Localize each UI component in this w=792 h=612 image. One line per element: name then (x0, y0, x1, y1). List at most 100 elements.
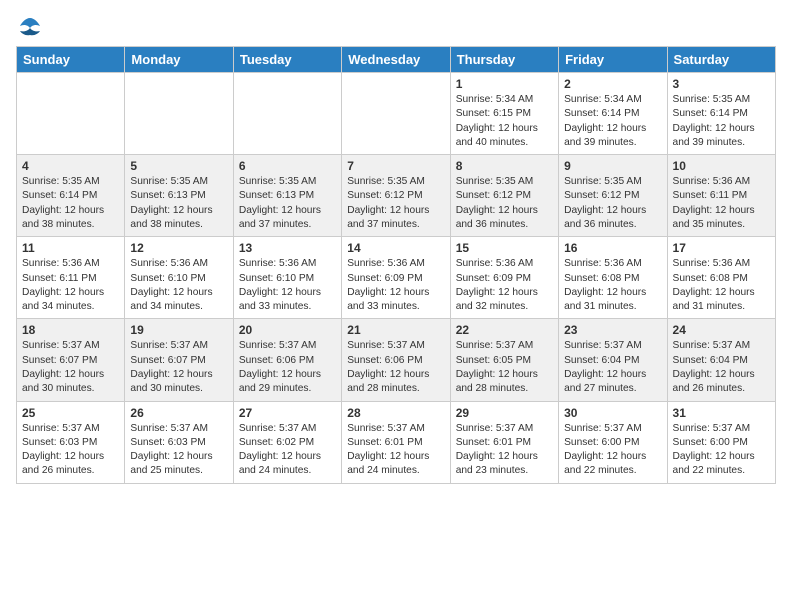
cell-content: Sunrise: 5:35 AM Sunset: 6:12 PM Dayligh… (456, 175, 553, 232)
day-number: 31 (673, 406, 770, 420)
day-number: 4 (22, 159, 119, 173)
calendar-cell: 29 Sunrise: 5:37 AM Sunset: 6:01 PM Dayli… (450, 401, 558, 483)
day-number: 25 (22, 406, 119, 420)
cell-content: Sunrise: 5:34 AM Sunset: 6:14 PM Dayligh… (564, 93, 661, 150)
calendar-cell (233, 73, 341, 155)
day-number: 21 (347, 323, 444, 337)
calendar-cell: 9 Sunrise: 5:35 AM Sunset: 6:12 PM Daylig… (559, 155, 667, 237)
logo-bird-icon (16, 16, 44, 38)
cell-content: Sunrise: 5:35 AM Sunset: 6:12 PM Dayligh… (564, 175, 661, 232)
day-number: 2 (564, 77, 661, 91)
page-header (16, 16, 776, 38)
cell-content: Sunrise: 5:37 AM Sunset: 6:07 PM Dayligh… (22, 339, 119, 396)
day-number: 30 (564, 406, 661, 420)
day-number: 26 (130, 406, 227, 420)
day-number: 7 (347, 159, 444, 173)
day-number: 22 (456, 323, 553, 337)
cell-content: Sunrise: 5:35 AM Sunset: 6:13 PM Dayligh… (130, 175, 227, 232)
cell-content: Sunrise: 5:37 AM Sunset: 6:00 PM Dayligh… (564, 422, 661, 479)
cell-content: Sunrise: 5:36 AM Sunset: 6:10 PM Dayligh… (239, 257, 336, 314)
calendar-cell: 19 Sunrise: 5:37 AM Sunset: 6:07 PM Dayli… (125, 319, 233, 401)
calendar-cell: 31 Sunrise: 5:37 AM Sunset: 6:00 PM Dayli… (667, 401, 775, 483)
calendar-week-row: 25 Sunrise: 5:37 AM Sunset: 6:03 PM Dayli… (17, 401, 776, 483)
weekday-header: Sunday (17, 47, 125, 73)
cell-content: Sunrise: 5:37 AM Sunset: 6:06 PM Dayligh… (347, 339, 444, 396)
calendar-cell: 1 Sunrise: 5:34 AM Sunset: 6:15 PM Daylig… (450, 73, 558, 155)
calendar-cell: 22 Sunrise: 5:37 AM Sunset: 6:05 PM Dayli… (450, 319, 558, 401)
weekday-header: Friday (559, 47, 667, 73)
day-number: 17 (673, 241, 770, 255)
logo (16, 16, 48, 38)
calendar-table: SundayMondayTuesdayWednesdayThursdayFrid… (16, 46, 776, 484)
calendar-cell (17, 73, 125, 155)
calendar-cell: 7 Sunrise: 5:35 AM Sunset: 6:12 PM Daylig… (342, 155, 450, 237)
day-number: 6 (239, 159, 336, 173)
calendar-cell: 23 Sunrise: 5:37 AM Sunset: 6:04 PM Dayli… (559, 319, 667, 401)
cell-content: Sunrise: 5:36 AM Sunset: 6:09 PM Dayligh… (347, 257, 444, 314)
day-number: 19 (130, 323, 227, 337)
calendar-cell: 13 Sunrise: 5:36 AM Sunset: 6:10 PM Dayli… (233, 237, 341, 319)
cell-content: Sunrise: 5:37 AM Sunset: 6:04 PM Dayligh… (564, 339, 661, 396)
calendar-cell: 16 Sunrise: 5:36 AM Sunset: 6:08 PM Dayli… (559, 237, 667, 319)
calendar-cell: 8 Sunrise: 5:35 AM Sunset: 6:12 PM Daylig… (450, 155, 558, 237)
calendar-week-row: 11 Sunrise: 5:36 AM Sunset: 6:11 PM Dayli… (17, 237, 776, 319)
day-number: 3 (673, 77, 770, 91)
calendar-cell: 14Sunrise: 5:36 AM Sunset: 6:09 PM Dayli… (342, 237, 450, 319)
cell-content: Sunrise: 5:36 AM Sunset: 6:09 PM Dayligh… (456, 257, 553, 314)
cell-content: Sunrise: 5:37 AM Sunset: 6:04 PM Dayligh… (673, 339, 770, 396)
calendar-week-row: 18Sunrise: 5:37 AM Sunset: 6:07 PM Dayli… (17, 319, 776, 401)
cell-content: Sunrise: 5:35 AM Sunset: 6:14 PM Dayligh… (22, 175, 119, 232)
header-row: SundayMondayTuesdayWednesdayThursdayFrid… (17, 47, 776, 73)
cell-content: Sunrise: 5:37 AM Sunset: 6:07 PM Dayligh… (130, 339, 227, 396)
cell-content: Sunrise: 5:37 AM Sunset: 6:00 PM Dayligh… (673, 422, 770, 479)
calendar-week-row: 4 Sunrise: 5:35 AM Sunset: 6:14 PM Daylig… (17, 155, 776, 237)
cell-content: Sunrise: 5:36 AM Sunset: 6:10 PM Dayligh… (130, 257, 227, 314)
calendar-cell: 27Sunrise: 5:37 AM Sunset: 6:02 PM Dayli… (233, 401, 341, 483)
calendar-cell: 10Sunrise: 5:36 AM Sunset: 6:11 PM Dayli… (667, 155, 775, 237)
day-number: 20 (239, 323, 336, 337)
cell-content: Sunrise: 5:36 AM Sunset: 6:11 PM Dayligh… (22, 257, 119, 314)
day-number: 5 (130, 159, 227, 173)
cell-content: Sunrise: 5:34 AM Sunset: 6:15 PM Dayligh… (456, 93, 553, 150)
day-number: 9 (564, 159, 661, 173)
cell-content: Sunrise: 5:37 AM Sunset: 6:01 PM Dayligh… (456, 422, 553, 479)
weekday-header: Monday (125, 47, 233, 73)
weekday-header: Wednesday (342, 47, 450, 73)
day-number: 23 (564, 323, 661, 337)
day-number: 16 (564, 241, 661, 255)
calendar-cell: 6 Sunrise: 5:35 AM Sunset: 6:13 PM Daylig… (233, 155, 341, 237)
calendar-cell: 26 Sunrise: 5:37 AM Sunset: 6:03 PM Dayli… (125, 401, 233, 483)
weekday-header: Saturday (667, 47, 775, 73)
day-number: 11 (22, 241, 119, 255)
day-number: 13 (239, 241, 336, 255)
calendar-cell: 17 Sunrise: 5:36 AM Sunset: 6:08 PM Dayli… (667, 237, 775, 319)
calendar-cell (125, 73, 233, 155)
day-number: 12 (130, 241, 227, 255)
day-number: 28 (347, 406, 444, 420)
calendar-cell: 21 Sunrise: 5:37 AM Sunset: 6:06 PM Dayli… (342, 319, 450, 401)
calendar-cell: 15Sunrise: 5:36 AM Sunset: 6:09 PM Dayli… (450, 237, 558, 319)
calendar-cell: 25Sunrise: 5:37 AM Sunset: 6:03 PM Dayli… (17, 401, 125, 483)
calendar-cell: 2 Sunrise: 5:34 AM Sunset: 6:14 PM Daylig… (559, 73, 667, 155)
calendar-cell: 3 Sunrise: 5:35 AM Sunset: 6:14 PM Daylig… (667, 73, 775, 155)
calendar-cell: 11 Sunrise: 5:36 AM Sunset: 6:11 PM Dayli… (17, 237, 125, 319)
cell-content: Sunrise: 5:37 AM Sunset: 6:03 PM Dayligh… (130, 422, 227, 479)
cell-content: Sunrise: 5:37 AM Sunset: 6:06 PM Dayligh… (239, 339, 336, 396)
calendar-cell: 5 Sunrise: 5:35 AM Sunset: 6:13 PM Daylig… (125, 155, 233, 237)
cell-content: Sunrise: 5:35 AM Sunset: 6:12 PM Dayligh… (347, 175, 444, 232)
cell-content: Sunrise: 5:36 AM Sunset: 6:08 PM Dayligh… (673, 257, 770, 314)
cell-content: Sunrise: 5:37 AM Sunset: 6:05 PM Dayligh… (456, 339, 553, 396)
day-number: 24 (673, 323, 770, 337)
cell-content: Sunrise: 5:35 AM Sunset: 6:14 PM Dayligh… (673, 93, 770, 150)
calendar-cell: 24 Sunrise: 5:37 AM Sunset: 6:04 PM Dayli… (667, 319, 775, 401)
day-number: 8 (456, 159, 553, 173)
calendar-cell: 18Sunrise: 5:37 AM Sunset: 6:07 PM Dayli… (17, 319, 125, 401)
calendar-cell: 4 Sunrise: 5:35 AM Sunset: 6:14 PM Daylig… (17, 155, 125, 237)
calendar-cell (342, 73, 450, 155)
cell-content: Sunrise: 5:37 AM Sunset: 6:01 PM Dayligh… (347, 422, 444, 479)
day-number: 29 (456, 406, 553, 420)
day-number: 1 (456, 77, 553, 91)
cell-content: Sunrise: 5:36 AM Sunset: 6:08 PM Dayligh… (564, 257, 661, 314)
cell-content: Sunrise: 5:36 AM Sunset: 6:11 PM Dayligh… (673, 175, 770, 232)
cell-content: Sunrise: 5:35 AM Sunset: 6:13 PM Dayligh… (239, 175, 336, 232)
